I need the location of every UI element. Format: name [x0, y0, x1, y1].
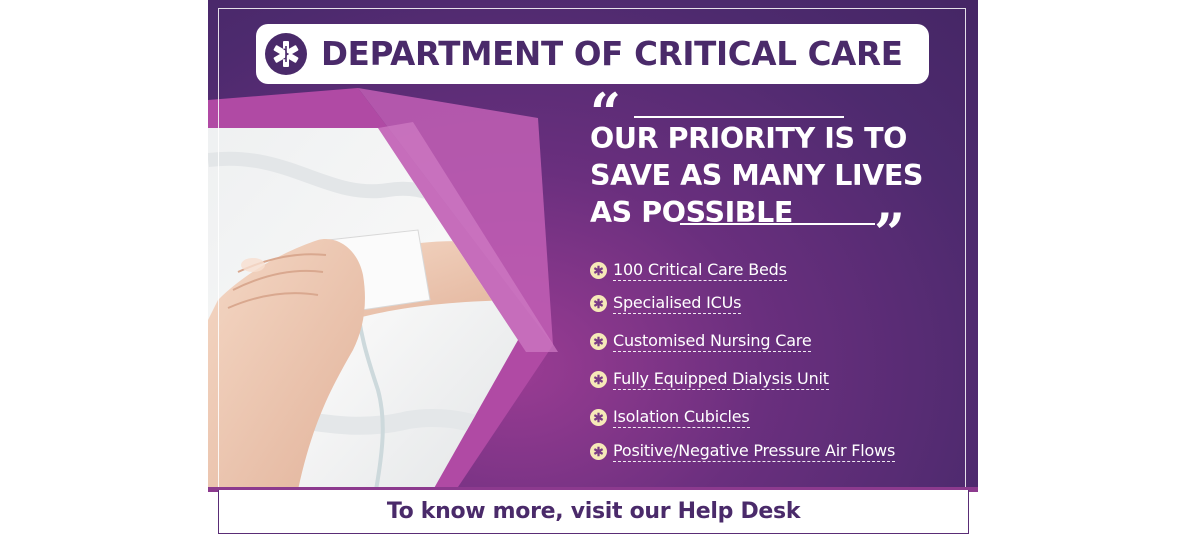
list-item: Isolation Cubicles	[590, 404, 750, 430]
poster-banner: DEPARTMENT OF CRITICAL CARE “ OUR PRIORI…	[208, 0, 978, 545]
help-desk-text: To know more, visit our Help Desk	[386, 499, 801, 524]
feature-label: Positive/Negative Pressure Air Flows	[613, 440, 896, 462]
feature-label: 100 Critical Care Beds	[613, 259, 787, 281]
quote-rule-bottom	[680, 223, 875, 225]
list-item: Customised Nursing Care	[590, 328, 812, 354]
star-of-life-icon	[590, 408, 607, 426]
close-quote-mark: ”	[874, 201, 906, 265]
priority-quote: “ OUR PRIORITY IS TO SAVE AS MANY LIVES …	[590, 86, 930, 260]
list-item: 100 Critical Care Beds	[590, 257, 787, 283]
title-banner: DEPARTMENT OF CRITICAL CARE	[256, 24, 929, 84]
page-title: DEPARTMENT OF CRITICAL CARE	[321, 35, 903, 73]
star-of-life-icon	[590, 370, 607, 388]
list-item: Positive/Negative Pressure Air Flows	[590, 438, 895, 464]
feature-label: Isolation Cubicles	[613, 406, 750, 428]
purple-panel: DEPARTMENT OF CRITICAL CARE “ OUR PRIORI…	[208, 0, 978, 490]
quote-rule-top	[634, 116, 844, 118]
star-of-life-icon	[265, 33, 307, 75]
list-item: Specialised ICUs	[590, 290, 741, 316]
help-desk-footer: To know more, visit our Help Desk	[218, 490, 969, 534]
feature-label: Fully Equipped Dialysis Unit	[613, 368, 829, 390]
star-of-life-icon	[590, 261, 607, 279]
star-of-life-icon	[590, 294, 607, 312]
list-item: Fully Equipped Dialysis Unit	[590, 366, 829, 392]
feature-label: Specialised ICUs	[613, 292, 742, 314]
star-of-life-icon	[590, 332, 607, 350]
feature-label: Customised Nursing Care	[613, 330, 812, 352]
star-of-life-icon	[590, 442, 607, 460]
